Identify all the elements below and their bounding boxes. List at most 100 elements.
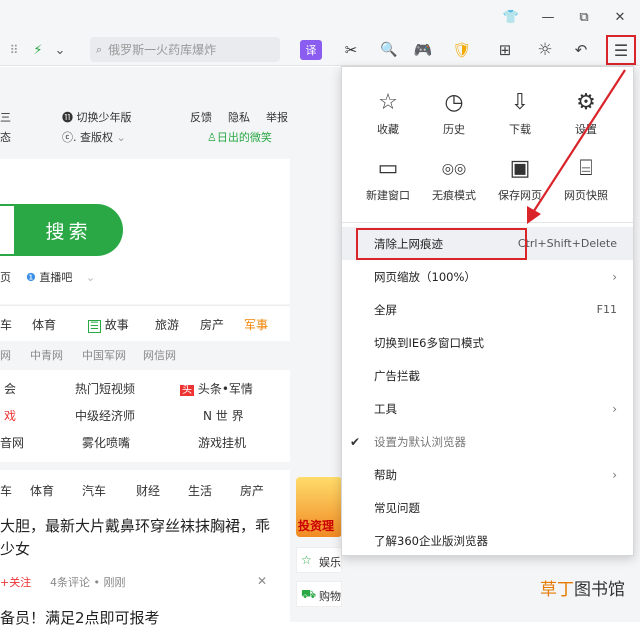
side-shopping[interactable]: ⛟ 购物 [296, 581, 342, 607]
hot-link[interactable]: 热门短视频 [75, 380, 135, 397]
feed-tab[interactable]: 生活 [188, 482, 212, 499]
download-icon: ⇩ [510, 90, 530, 115]
search-button[interactable]: 搜索 [14, 204, 123, 256]
menu-item-zoom[interactable]: 网页缩放（100%） › [342, 260, 633, 293]
incognito-item[interactable]: ◎◎ 无痕模式 [422, 155, 486, 203]
follow-button[interactable]: +关注 [0, 574, 31, 590]
brightness-icon[interactable]: ☼ [534, 38, 556, 62]
top-link-left1[interactable]: 三 [0, 109, 11, 125]
grid-icon[interactable]: ⠿ [6, 38, 22, 62]
game-icon[interactable]: 🎮 [411, 38, 435, 62]
site-link[interactable]: 中青网 [30, 347, 63, 363]
menu-item-fullscreen[interactable]: 全屏 F11 [342, 293, 633, 326]
hot-link[interactable]: 中级经济师 [75, 407, 135, 424]
tab-story[interactable]: ☰ 故事 [88, 316, 129, 333]
top-link-left2[interactable]: 态 [0, 129, 11, 145]
headline-cont[interactable]: 少女 [0, 538, 30, 559]
feed-tab[interactable]: 车 [0, 482, 12, 499]
scissors-icon[interactable]: ✂ [340, 38, 362, 62]
live-link[interactable]: ❶ 直播吧 ⌄ [26, 269, 95, 285]
menu-item-ie6-mode[interactable]: 切换到IE6多窗口模式 [342, 326, 633, 359]
hot-link[interactable]: 音网 [0, 434, 24, 451]
nav-tabs: 车 体育 ☰ 故事 旅游 房产 军事 [0, 305, 290, 341]
hot-link[interactable]: 头 头条•军情 [180, 380, 253, 397]
camera-icon: ⌸ [579, 156, 593, 181]
ad-text: 投资理 [298, 519, 335, 533]
search-input[interactable]: ⌕ 俄罗斯一火药库爆炸 [90, 37, 280, 62]
hot-links-panel: 会 热门短视频 头 头条•军情 戏 中级经济师 N 世 界 音网 雾化喷嘴 游戏… [0, 370, 290, 462]
toutiao-icon: 头 [180, 385, 194, 396]
menu-item-enterprise[interactable]: 了解360企业版浏览器 [342, 524, 633, 557]
weibo-link[interactable]: ♙日出的微笑 [207, 129, 272, 145]
lightning-icon[interactable]: ⚡ [30, 38, 46, 62]
browser-toolbar: ⠿ ⚡ ⌄ ⌕ 俄罗斯一火药库爆炸 译 ✂ 🔍 🎮 🛡 ⊞ ☼ ↶ [0, 34, 640, 66]
translate-icon[interactable]: 译 [300, 40, 322, 60]
close-icon[interactable]: ✕ [257, 574, 267, 588]
feed-tab[interactable]: 财经 [136, 482, 160, 499]
tab-sports[interactable]: 体育 [32, 316, 56, 333]
hot-link[interactable]: N 世 界 [203, 407, 244, 424]
menu-item-help[interactable]: 帮助 › [342, 458, 633, 491]
close-button[interactable]: ✕ [609, 6, 631, 28]
feed-tab[interactable]: 汽车 [82, 482, 106, 499]
hot-link[interactable]: 会 [4, 380, 16, 397]
main-menu-dropdown: ☆ 收藏 ◷ 历史 ⇩ 下载 ⚙ 设置 ▭ 新建窗口 ◎◎ 无痕模式 ▣ 保存网页 ⌸ 网页快照… [341, 66, 634, 556]
ad-image[interactable]: 投资理 [296, 477, 342, 537]
skin-icon[interactable]: 👕 [500, 6, 522, 28]
headline[interactable]: 大胆，最新大片戴鼻环穿丝袜抹胸裙，乖 [0, 515, 270, 536]
save-page-item[interactable]: ▣ 保存网页 [488, 155, 552, 203]
tab-military[interactable]: 军事 [244, 316, 268, 333]
sub-link-page[interactable]: 页 [0, 269, 11, 285]
hot-link[interactable]: 雾化喷嘴 [82, 434, 130, 451]
tab-house[interactable]: 房产 [200, 316, 224, 333]
history-item[interactable]: ◷ 历史 [422, 89, 486, 137]
download-item[interactable]: ⇩ 下载 [488, 89, 552, 137]
undo-icon[interactable]: ↶ [570, 38, 592, 62]
new-window-item[interactable]: ▭ 新建窗口 [356, 155, 420, 203]
tab-travel[interactable]: 旅游 [155, 316, 179, 333]
search-icon: ⌕ [96, 42, 103, 56]
story-icon: ☰ [88, 320, 101, 333]
report-link[interactable]: 举报 [266, 109, 288, 125]
hot-link[interactable]: 戏 [4, 407, 16, 424]
save-icon: ▣ [509, 156, 531, 181]
chevron-down-icon: ⌄ [85, 271, 96, 284]
find-icon[interactable]: 🔍 [378, 38, 400, 62]
feedback-link[interactable]: 反馈 [190, 109, 212, 125]
shield-icon[interactable]: 🛡 [451, 38, 473, 62]
chevron-down-icon[interactable]: ⌄ [52, 38, 68, 62]
menu-item-tools[interactable]: 工具 › [342, 392, 633, 425]
favorites-item[interactable]: ☆ 收藏 [356, 89, 420, 137]
settings-item[interactable]: ⚙ 设置 [554, 89, 618, 137]
main-menu-button[interactable]: ☰ [606, 35, 636, 65]
watermark: 草丁图书馆 [540, 580, 625, 600]
site-link[interactable]: 网 [0, 347, 11, 363]
tab-car[interactable]: 车 [0, 316, 12, 333]
copyright-icon: ⓒ. [62, 131, 80, 144]
menu-item-default-browser[interactable]: ✔ 设置为默认浏览器 [342, 425, 633, 458]
cart-icon: ⛟ [301, 587, 317, 601]
site-link[interactable]: 网信网 [143, 347, 176, 363]
snapshot-item[interactable]: ⌸ 网页快照 [554, 155, 618, 203]
site-link[interactable]: 中国军网 [82, 347, 126, 363]
minimize-button[interactable]: — [537, 6, 559, 28]
clock-icon: ◷ [444, 90, 464, 115]
menu-item-adblock[interactable]: 广告拦截 [342, 359, 633, 392]
star-icon: ☆ [378, 90, 398, 115]
young-mode-link[interactable]: ⓫ 切换少年版 [62, 109, 132, 125]
headline[interactable]: 备员！满足2点即可报考 [0, 607, 160, 628]
hot-link[interactable]: 游戏挂机 [198, 434, 246, 451]
check-icon: ✔ [350, 434, 361, 449]
privacy-link[interactable]: 隐私 [228, 109, 250, 125]
chevron-right-icon: › [612, 401, 617, 416]
copyright-link[interactable]: ⓒ. 查版权 ⌄ [62, 129, 126, 145]
apps-icon[interactable]: ⊞ [494, 38, 516, 62]
feed-tab[interactable]: 体育 [30, 482, 54, 499]
shortcut: F11 [596, 303, 617, 316]
feed-tab[interactable]: 房产 [240, 482, 264, 499]
window-title-bar: 👕 — ⧉ ✕ [0, 0, 640, 34]
restore-button[interactable]: ⧉ [573, 6, 595, 28]
side-entertainment[interactable]: ☆ 娱乐 [296, 547, 342, 573]
menu-item-faq[interactable]: 常见问题 [342, 491, 633, 524]
window-icon: ▭ [377, 156, 399, 181]
